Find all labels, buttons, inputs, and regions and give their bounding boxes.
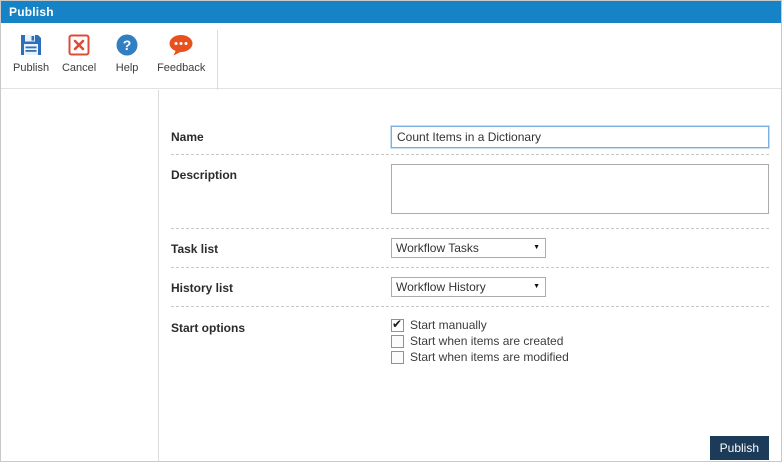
name-label: Name bbox=[171, 126, 391, 144]
toolbar: Publish Cancel ? Help bbox=[1, 23, 781, 89]
history-list-label: History list bbox=[171, 277, 391, 295]
history-list-row: History list Workflow History ▼ bbox=[171, 268, 769, 307]
start-options-row: Start options Start manually Start when … bbox=[171, 307, 769, 375]
window-title: Publish bbox=[9, 5, 54, 19]
publish-form: Name Description Task list Workflow Task… bbox=[159, 90, 781, 461]
history-list-field: Workflow History ▼ bbox=[391, 277, 769, 297]
toolbar-help-label: Help bbox=[116, 62, 139, 74]
description-row: Description bbox=[171, 155, 769, 229]
toolbar-publish-button[interactable]: Publish bbox=[13, 32, 49, 74]
start-when-created-label: Start when items are created bbox=[410, 334, 563, 348]
description-input[interactable] bbox=[391, 164, 769, 214]
start-when-modified-option[interactable]: Start when items are modified bbox=[391, 349, 769, 365]
toolbar-publish-label: Publish bbox=[13, 62, 49, 74]
save-icon bbox=[19, 32, 43, 58]
help-question-icon: ? bbox=[115, 32, 139, 58]
publish-window: Publish Publish bbox=[0, 0, 782, 462]
task-list-select[interactable]: Workflow Tasks bbox=[391, 238, 546, 258]
start-options-label: Start options bbox=[171, 317, 391, 335]
svg-text:?: ? bbox=[123, 37, 132, 53]
description-label: Description bbox=[171, 164, 391, 182]
history-list-select[interactable]: Workflow History bbox=[391, 277, 546, 297]
name-input[interactable] bbox=[391, 126, 769, 148]
start-when-created-checkbox[interactable] bbox=[391, 335, 404, 348]
start-when-modified-label: Start when items are modified bbox=[410, 350, 569, 364]
cancel-x-icon bbox=[67, 32, 91, 58]
toolbar-feedback-label: Feedback bbox=[157, 62, 205, 74]
left-panel bbox=[1, 90, 159, 461]
history-list-select-wrap: Workflow History ▼ bbox=[391, 277, 546, 297]
start-when-modified-checkbox[interactable] bbox=[391, 351, 404, 364]
toolbar-cancel-button[interactable]: Cancel bbox=[61, 32, 97, 74]
name-field bbox=[391, 126, 769, 148]
start-when-created-option[interactable]: Start when items are created bbox=[391, 333, 769, 349]
toolbar-feedback-button[interactable]: Feedback bbox=[157, 32, 205, 74]
toolbar-help-button[interactable]: ? Help bbox=[109, 32, 145, 74]
start-manually-option[interactable]: Start manually bbox=[391, 317, 769, 333]
start-manually-label: Start manually bbox=[410, 318, 487, 332]
start-manually-checkbox[interactable] bbox=[391, 319, 404, 332]
task-list-select-wrap: Workflow Tasks ▼ bbox=[391, 238, 546, 258]
content-area: Name Description Task list Workflow Task… bbox=[1, 90, 781, 461]
publish-button[interactable]: Publish bbox=[710, 436, 769, 460]
toolbar-separator bbox=[217, 30, 218, 90]
feedback-speech-bubble-icon bbox=[167, 32, 195, 58]
description-field bbox=[391, 164, 769, 219]
title-bar: Publish bbox=[1, 1, 781, 23]
toolbar-cancel-label: Cancel bbox=[62, 62, 96, 74]
start-options-field: Start manually Start when items are crea… bbox=[391, 317, 769, 365]
task-list-label: Task list bbox=[171, 238, 391, 256]
name-row: Name bbox=[171, 120, 769, 155]
task-list-row: Task list Workflow Tasks ▼ bbox=[171, 229, 769, 268]
task-list-field: Workflow Tasks ▼ bbox=[391, 238, 769, 258]
